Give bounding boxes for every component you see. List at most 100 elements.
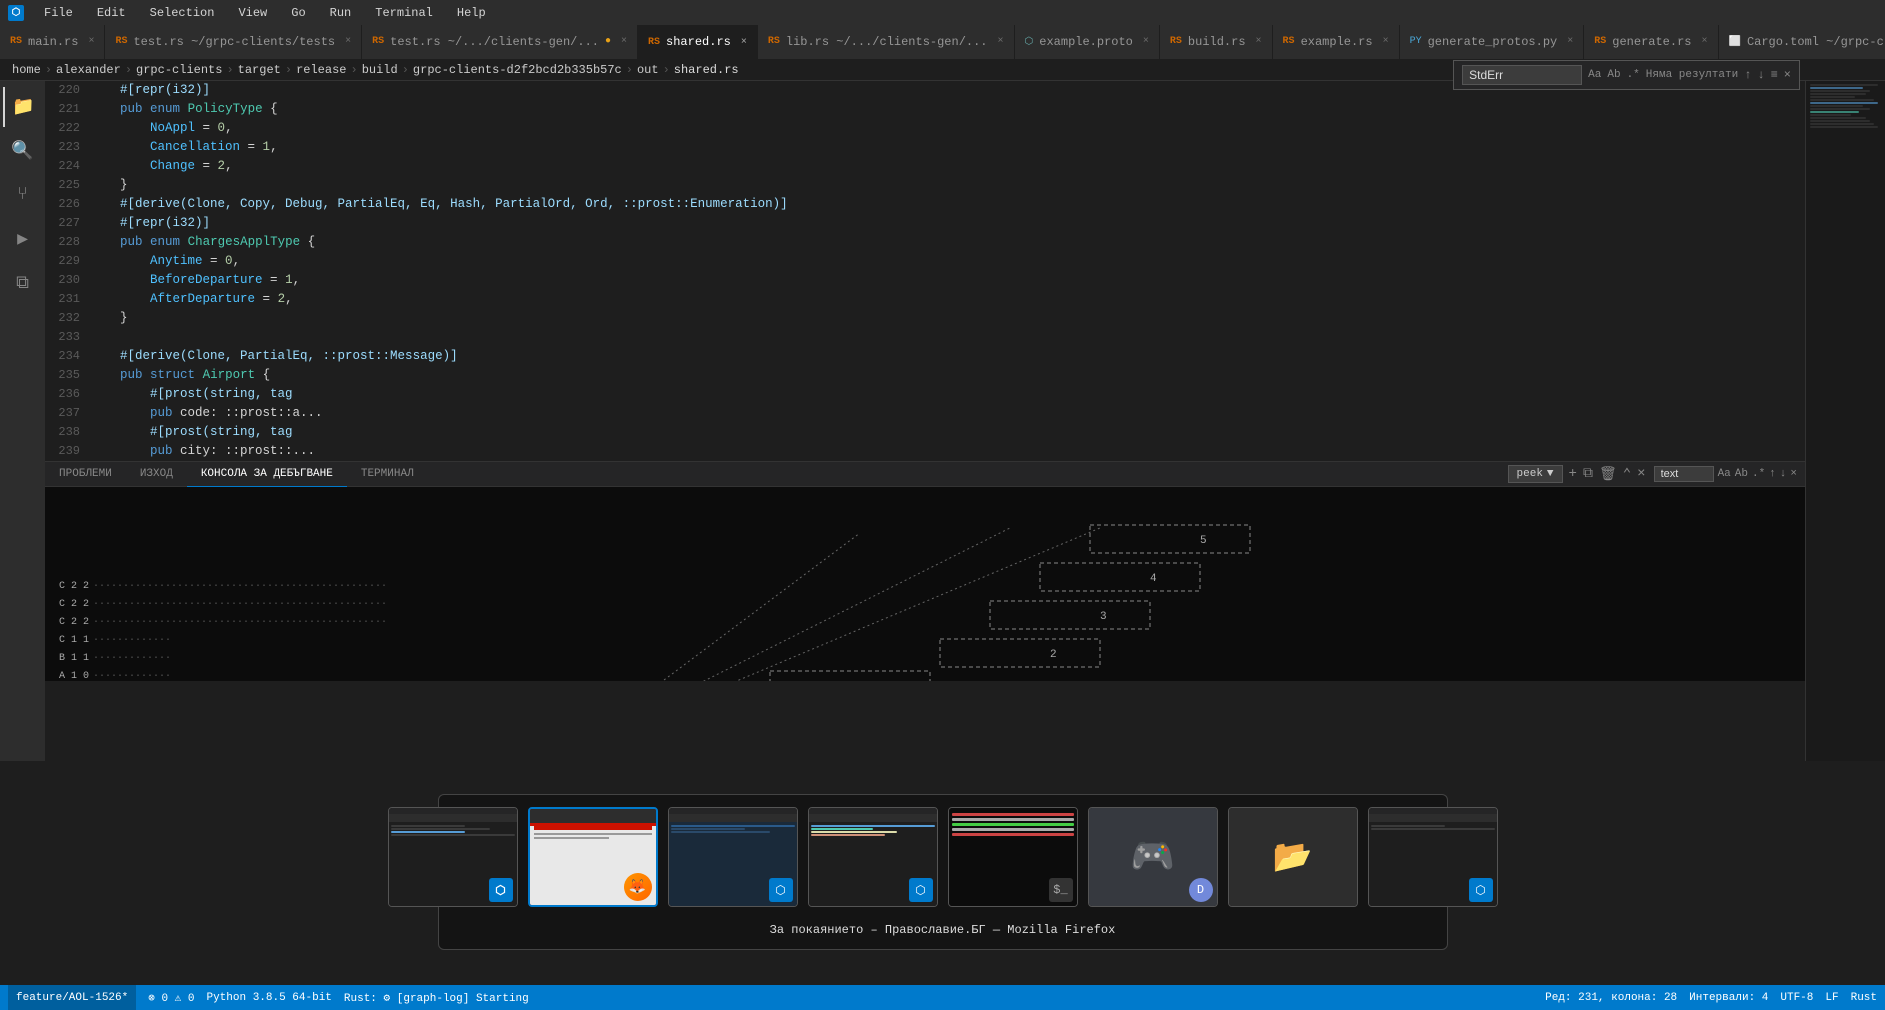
breadcrumb-home[interactable]: home: [12, 63, 41, 77]
code-line-227: 227 #[repr(i32)]: [45, 214, 1805, 233]
taskbar-item-terminal[interactable]: $_: [948, 807, 1078, 907]
panel-tab-debug[interactable]: КОНСОЛА ЗА ДЕБЪГВАНЕ: [187, 462, 347, 487]
breadcrumb-build[interactable]: build: [362, 63, 398, 77]
discord-icon: D: [1189, 878, 1213, 902]
taskbar-item-vscode-graph[interactable]: ⬡: [388, 807, 518, 907]
find-whole-word-btn[interactable]: Ab: [1607, 69, 1620, 81]
act-explorer[interactable]: 📁: [3, 87, 43, 127]
find-prev-btn[interactable]: ↑: [1744, 68, 1751, 82]
code-line-236: 236 #[prost(string, tag: [45, 385, 1805, 404]
code-line-226: 226 #[derive(Clone, Copy, Debug, Partial…: [45, 195, 1805, 214]
panel-tab-problems[interactable]: ПРОБЛЕМИ: [45, 462, 126, 487]
tab-close-generate[interactable]: ×: [1701, 36, 1707, 47]
panel-tab-terminal[interactable]: ТЕРМИНАЛ: [347, 462, 428, 487]
tab-lib-rs[interactable]: RS lib.rs ~/.../clients-gen/... ×: [758, 25, 1015, 59]
taskbar-item-vscode-empty[interactable]: ⬡: [1368, 807, 1498, 907]
panel-split-btn[interactable]: ⧉: [1583, 466, 1593, 482]
tab-example-proto[interactable]: ⬡ example.proto ×: [1015, 25, 1160, 59]
tab-shared-rs[interactable]: RS shared.rs ×: [638, 25, 758, 59]
menu-view[interactable]: View: [234, 4, 271, 22]
status-encoding[interactable]: UTF-8: [1780, 992, 1813, 1004]
tab-bar: RS main.rs × RS test.rs ~/grpc-clients/t…: [0, 25, 1885, 60]
tab-example-rs[interactable]: RS example.rs ×: [1273, 25, 1400, 59]
status-line-ending[interactable]: LF: [1825, 992, 1838, 1004]
status-errors: ⊗ 0 ⚠ 0: [148, 991, 194, 1005]
status-intervals[interactable]: Интервали: 4: [1689, 992, 1768, 1004]
menu-selection[interactable]: Selection: [146, 4, 219, 22]
tab-generate-rs[interactable]: RS generate.rs ×: [1584, 25, 1718, 59]
find-list-btn[interactable]: ≡: [1771, 68, 1778, 82]
status-python[interactable]: Python 3.8.5 64-bit: [206, 992, 331, 1004]
tab-close-test-2[interactable]: ×: [621, 36, 627, 47]
menu-go[interactable]: Go: [287, 4, 309, 22]
tab-icon-proto: ⬡: [1025, 36, 1034, 48]
act-search[interactable]: 🔍: [3, 131, 43, 171]
panel-close-btn[interactable]: ×: [1637, 466, 1645, 482]
breadcrumb-release[interactable]: release: [296, 63, 346, 77]
tab-test-rs-1[interactable]: RS test.rs ~/grpc-clients/tests ×: [105, 25, 362, 59]
vscode-icon-4: ⬡: [1469, 878, 1493, 902]
status-bar: feature/AOL-1526* ⊗ 0 ⚠ 0 Python 3.8.5 6…: [0, 985, 1885, 1010]
status-language[interactable]: Rust: [1851, 992, 1877, 1004]
tab-modified-dot: ●: [605, 36, 611, 47]
taskbar-overlay: ⬡ 🦊: [438, 794, 1448, 950]
breadcrumb-project[interactable]: grpc-clients: [136, 63, 222, 77]
minimap: [1805, 81, 1885, 761]
tab-generate-protos[interactable]: PY generate_protos.py ×: [1400, 25, 1585, 59]
panel-add-btn[interactable]: +: [1569, 466, 1577, 482]
code-line-231: 231 AfterDeparture = 2,: [45, 290, 1805, 309]
breadcrumb-user[interactable]: alexander: [56, 63, 121, 77]
tab-close-example[interactable]: ×: [1383, 36, 1389, 47]
taskbar-item-vscode-blue[interactable]: ⬡: [668, 807, 798, 907]
taskbar-item-firefox-active[interactable]: 🦊: [528, 807, 658, 907]
files-icon: 📂: [1273, 837, 1313, 877]
panel-min-btn[interactable]: ⌃: [1623, 466, 1631, 483]
svg-text:5: 5: [1200, 535, 1207, 547]
menu-edit[interactable]: Edit: [93, 4, 130, 22]
taskbar-item-files[interactable]: 📂: [1228, 807, 1358, 907]
terminal-icon: $_: [1049, 878, 1073, 902]
tab-close-build[interactable]: ×: [1256, 36, 1262, 47]
find-regex-btn[interactable]: .*: [1627, 69, 1640, 81]
find-match-case-btn[interactable]: Aa: [1588, 69, 1601, 81]
tab-close-proto[interactable]: ×: [1143, 36, 1149, 47]
tab-cargo-toml[interactable]: ⬜ Cargo.toml ~/grpc-clients ×: [1719, 25, 1885, 59]
breadcrumb-hash[interactable]: grpc-clients-d2f2bcd2b335b57c: [413, 63, 622, 77]
code-lines: 220 #[repr(i32)] 221 pub enum PolicyType…: [45, 81, 1805, 461]
breadcrumb-target[interactable]: target: [238, 63, 281, 77]
panel-search-input[interactable]: [1654, 466, 1714, 482]
vscode-icon-3: ⬡: [909, 878, 933, 902]
git-branch[interactable]: feature/AOL-1526*: [8, 985, 136, 1010]
svg-text:3: 3: [1100, 611, 1107, 623]
tab-build-rs[interactable]: RS build.rs ×: [1160, 25, 1273, 59]
status-position[interactable]: Ред: 231, колона: 28: [1545, 992, 1677, 1004]
find-close-btn[interactable]: ×: [1784, 68, 1791, 82]
act-debug[interactable]: ▶: [3, 219, 43, 259]
menu-help[interactable]: Help: [453, 4, 490, 22]
act-git[interactable]: ⑂: [3, 175, 43, 215]
menu-file[interactable]: File: [40, 4, 77, 22]
find-input[interactable]: [1462, 65, 1582, 85]
tab-main-rs[interactable]: RS main.rs ×: [0, 25, 105, 59]
tab-close-test-1[interactable]: ×: [345, 36, 351, 47]
svg-text:2: 2: [1050, 649, 1057, 661]
tab-close-lib[interactable]: ×: [998, 36, 1004, 47]
breadcrumb-out[interactable]: out: [637, 63, 659, 77]
tab-icon-rs-4: RS: [648, 37, 660, 48]
tab-close-shared[interactable]: ×: [741, 37, 747, 48]
panel-trash-btn[interactable]: 🗑: [1599, 466, 1617, 483]
panel-tab-output[interactable]: ИЗХОД: [126, 462, 187, 487]
taskbar-item-discord[interactable]: 🎮 D: [1088, 807, 1218, 907]
tab-close-main-rs[interactable]: ×: [88, 36, 94, 47]
code-line-234: 234 #[derive(Clone, PartialEq, ::prost::…: [45, 347, 1805, 366]
menu-run[interactable]: Run: [326, 4, 356, 22]
debug-filter[interactable]: peek ▼: [1508, 465, 1563, 483]
editor-pane: 220 #[repr(i32)] 221 pub enum PolicyType…: [45, 81, 1805, 761]
menu-terminal[interactable]: Terminal: [371, 4, 437, 22]
find-next-btn[interactable]: ↓: [1757, 68, 1764, 82]
tab-close-protos[interactable]: ×: [1567, 36, 1573, 47]
taskbar-item-vscode-color[interactable]: ⬡: [808, 807, 938, 907]
act-extensions[interactable]: ⧉: [3, 263, 43, 303]
breadcrumb-file[interactable]: shared.rs: [674, 63, 739, 77]
tab-test-rs-2[interactable]: RS test.rs ~/.../clients-gen/... ● ×: [362, 25, 638, 59]
